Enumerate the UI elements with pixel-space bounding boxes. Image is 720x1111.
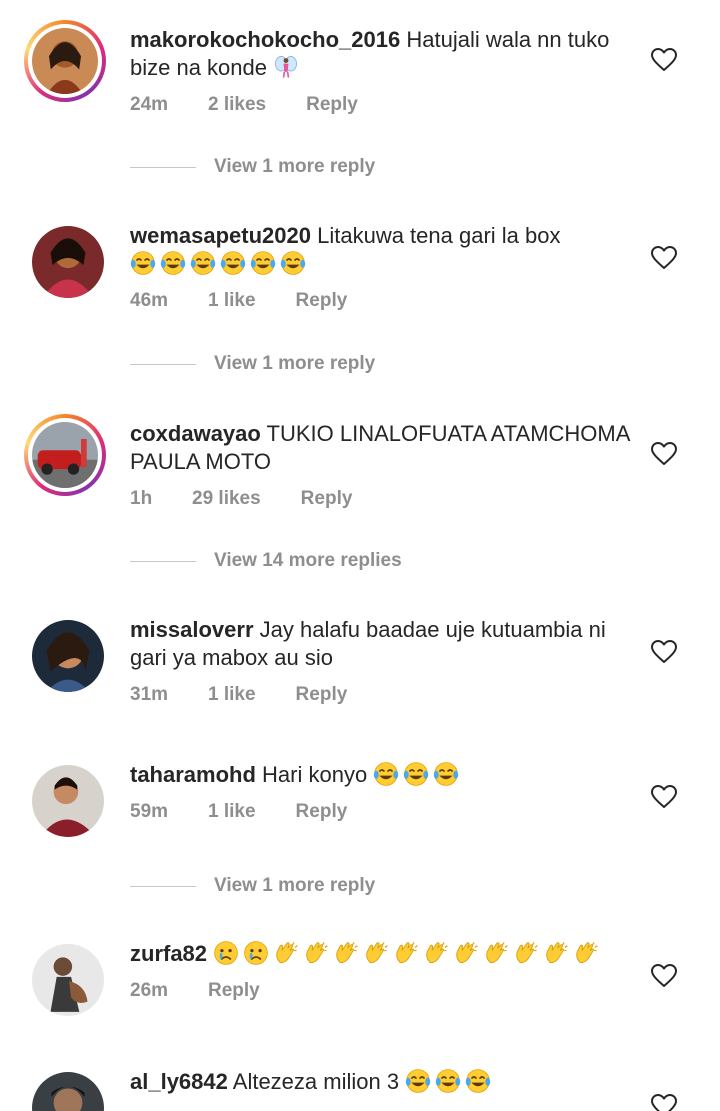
- likes-count[interactable]: 2 likes: [208, 94, 266, 116]
- face-with-tears-of-joy-emoji: [130, 250, 156, 276]
- avatar-story-ring[interactable]: [24, 20, 106, 102]
- view-more-replies[interactable]: View 1 more reply: [130, 875, 375, 897]
- username[interactable]: makorokochokocho_2016: [130, 27, 400, 52]
- fairy-emoji: [273, 54, 299, 80]
- avatar[interactable]: [32, 944, 104, 1016]
- face-with-tears-of-joy-emoji: [465, 1068, 491, 1094]
- divider-line: [130, 363, 196, 365]
- likes-count[interactable]: 1 like: [208, 290, 256, 312]
- comment-text: makorokochokocho_2016 Hatujali wala nn t…: [130, 27, 610, 80]
- avatar[interactable]: [32, 1072, 104, 1111]
- reply-button[interactable]: Reply: [301, 488, 353, 510]
- view-more-replies[interactable]: View 1 more reply: [130, 156, 375, 178]
- heart-outline-icon[interactable]: [651, 246, 677, 270]
- likes-count[interactable]: 29 likes: [192, 488, 261, 510]
- divider-line: [130, 885, 196, 887]
- view-more-replies[interactable]: View 14 more replies: [130, 550, 402, 572]
- clapping-hands-emoji: [573, 940, 599, 966]
- comment-text: zurfa82: [130, 940, 630, 968]
- face-with-tears-of-joy-emoji: [373, 761, 399, 787]
- face-with-tears-of-joy-emoji: [250, 250, 276, 276]
- comment-text: missaloverr Jay halafu baadae uje kutuam…: [130, 617, 606, 670]
- face-with-tears-of-joy-emoji: [160, 250, 186, 276]
- divider-line: [130, 560, 196, 562]
- username[interactable]: zurfa82: [130, 941, 207, 966]
- username[interactable]: taharamohd: [130, 762, 256, 787]
- view-more-replies[interactable]: View 1 more reply: [130, 353, 375, 375]
- clapping-hands-emoji: [273, 940, 299, 966]
- heart-outline-icon[interactable]: [651, 1094, 677, 1111]
- comment-text: wemasapetu2020 Litakuwa tena gari la box: [130, 222, 630, 278]
- username[interactable]: al_ly6842: [130, 1069, 228, 1094]
- username[interactable]: coxdawayao: [130, 421, 261, 446]
- clapping-hands-emoji: [363, 940, 389, 966]
- avatar: [32, 422, 98, 488]
- username[interactable]: wemasapetu2020: [130, 223, 311, 248]
- clapping-hands-emoji: [483, 940, 509, 966]
- face-with-tears-of-joy-emoji: [433, 761, 459, 787]
- comment-time: 26m: [130, 980, 169, 1001]
- likes-count[interactable]: 1 like: [208, 684, 256, 706]
- comment-time: 46m: [130, 290, 169, 311]
- likes-count[interactable]: 1 like: [208, 801, 256, 823]
- clapping-hands-emoji: [333, 940, 359, 966]
- comment-text: al_ly6842 Altezeza milion 3: [130, 1068, 630, 1096]
- face-with-tears-of-joy-emoji: [405, 1068, 431, 1094]
- divider-line: [130, 166, 196, 168]
- heart-outline-icon[interactable]: [651, 640, 677, 664]
- face-with-tears-of-joy-emoji: [220, 250, 246, 276]
- clapping-hands-emoji: [453, 940, 479, 966]
- clapping-hands-emoji: [423, 940, 449, 966]
- face-with-tears-of-joy-emoji: [280, 250, 306, 276]
- clapping-hands-emoji: [543, 940, 569, 966]
- reply-button[interactable]: Reply: [296, 290, 348, 312]
- clapping-hands-emoji: [303, 940, 329, 966]
- reply-button[interactable]: Reply: [296, 801, 348, 823]
- comment-time: 24m: [130, 94, 169, 115]
- avatar: [32, 28, 98, 94]
- crying-face-emoji: [243, 940, 269, 966]
- comment-time: 1h: [130, 488, 153, 509]
- heart-outline-icon[interactable]: [651, 442, 677, 466]
- face-with-tears-of-joy-emoji: [435, 1068, 461, 1094]
- avatar[interactable]: [32, 765, 104, 837]
- reply-button[interactable]: Reply: [296, 684, 348, 706]
- clapping-hands-emoji: [513, 940, 539, 966]
- clapping-hands-emoji: [393, 940, 419, 966]
- comment-text: coxdawayao TUKIO LINALOFUATA ATAMCHOMA P…: [130, 421, 630, 474]
- avatar[interactable]: [32, 226, 104, 298]
- comment-time: 59m: [130, 801, 169, 822]
- heart-outline-icon[interactable]: [651, 48, 677, 72]
- crying-face-emoji: [213, 940, 239, 966]
- avatar-story-ring[interactable]: [24, 414, 106, 496]
- heart-outline-icon[interactable]: [651, 964, 677, 988]
- heart-outline-icon[interactable]: [651, 785, 677, 809]
- reply-button[interactable]: Reply: [208, 980, 260, 1002]
- face-with-tears-of-joy-emoji: [403, 761, 429, 787]
- reply-button[interactable]: Reply: [306, 94, 358, 116]
- comment-time: 31m: [130, 684, 169, 705]
- comment-text: taharamohd Hari konyo: [130, 761, 630, 789]
- username[interactable]: missaloverr: [130, 617, 254, 642]
- avatar[interactable]: [32, 620, 104, 692]
- face-with-tears-of-joy-emoji: [190, 250, 216, 276]
